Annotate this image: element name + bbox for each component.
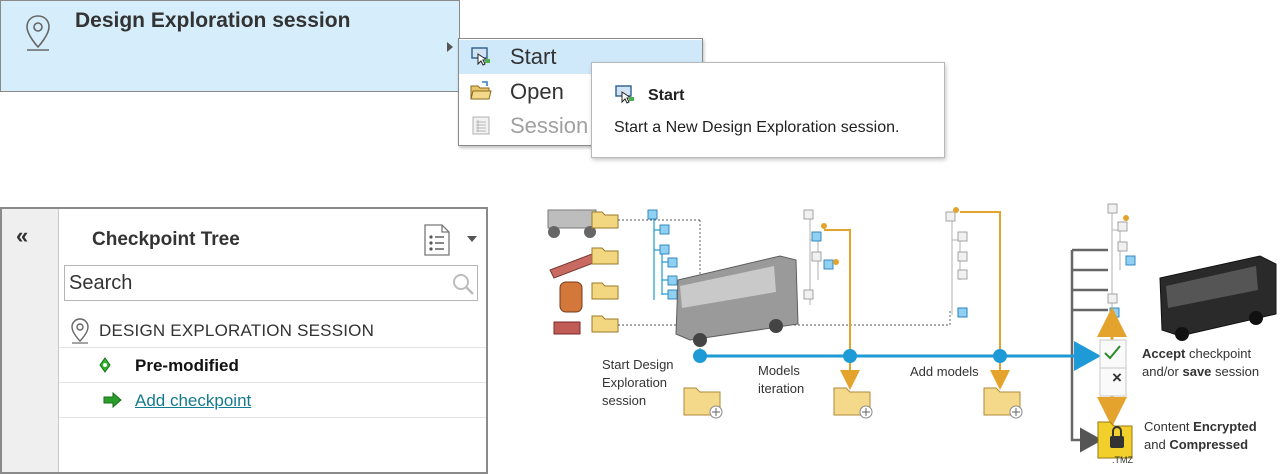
arrow-right-icon: [103, 392, 122, 408]
submenu-arrow-icon: [447, 42, 453, 52]
session-list-icon: [472, 116, 490, 135]
menu-item-session-label: Session: [510, 113, 589, 138]
location-pin-icon: [71, 318, 89, 344]
seat-part-thumbnail: [559, 281, 583, 313]
frame-part-thumbnail: [549, 253, 597, 279]
tree-item-pre-modified[interactable]: Pre-modified: [59, 348, 486, 383]
start-session-icon: [471, 47, 490, 66]
start-session-caption: Start Design Exploration session: [602, 357, 674, 408]
bus-model-gray: [675, 255, 799, 347]
checkpoint-tree-panel: « Checkpoint Tree Search DESIGN EXPLORAT…: [0, 207, 488, 474]
checkpoint-tree-title: Checkpoint Tree: [92, 229, 240, 250]
session-menu-title: Design Exploration session: [75, 9, 351, 32]
tmz-label: .TMZ: [1112, 455, 1133, 465]
collapse-panel-button[interactable]: «: [16, 223, 28, 249]
models-iteration-caption: Models iteration: [758, 363, 805, 396]
part-folder-icons: [591, 211, 619, 333]
add-models-caption: Add models: [910, 364, 979, 379]
search-placeholder: Search: [69, 272, 133, 294]
start-tooltip: Start Start a New Design Exploration ses…: [591, 62, 945, 158]
start-session-icon: [615, 85, 634, 104]
workflow-diagram: Start Design Exploration session Models …: [520, 190, 1280, 474]
menu-item-start-label: Start: [510, 44, 557, 69]
search-input[interactable]: Search: [64, 265, 478, 301]
tree-root-label: DESIGN EXPLORATION SESSION: [99, 321, 375, 340]
open-folder-icon: [470, 81, 492, 100]
panel-side-bar: «: [2, 209, 59, 472]
chassis-part-thumbnail: [547, 209, 597, 238]
tree-options-icon[interactable]: [422, 223, 452, 257]
pre-modified-label: Pre-modified: [135, 356, 239, 375]
tree-root-session[interactable]: DESIGN EXPLORATION SESSION: [59, 313, 486, 348]
checkpoint-marker-icon: [99, 357, 111, 373]
reject-symbol: ×: [1112, 368, 1122, 387]
accept-checkpoint-button[interactable]: [1099, 339, 1127, 369]
menu-item-open-label: Open: [510, 79, 564, 104]
add-checkpoint-link[interactable]: Add checkpoint: [135, 391, 251, 411]
encrypted-compressed-caption: Content Encrypted and Compressed: [1144, 419, 1257, 452]
save-folder-icons: [683, 387, 1023, 419]
tooltip-title: Start: [648, 87, 685, 104]
tooltip-description: Start a New Design Exploration session.: [614, 119, 900, 136]
chevron-down-icon[interactable]: [466, 235, 478, 243]
location-pin-icon: [26, 15, 50, 51]
bus-model-dark: [1159, 255, 1277, 341]
design-exploration-session-menu[interactable]: Design Exploration session: [0, 0, 460, 92]
accept-save-caption: Accept checkpoint and/or save session: [1142, 346, 1260, 379]
bracket-part-thumbnail: [553, 321, 581, 335]
encrypted-tmz-file-icon: [1097, 421, 1133, 459]
search-icon[interactable]: [451, 272, 475, 296]
tree-item-add-checkpoint[interactable]: Add checkpoint: [59, 383, 486, 418]
